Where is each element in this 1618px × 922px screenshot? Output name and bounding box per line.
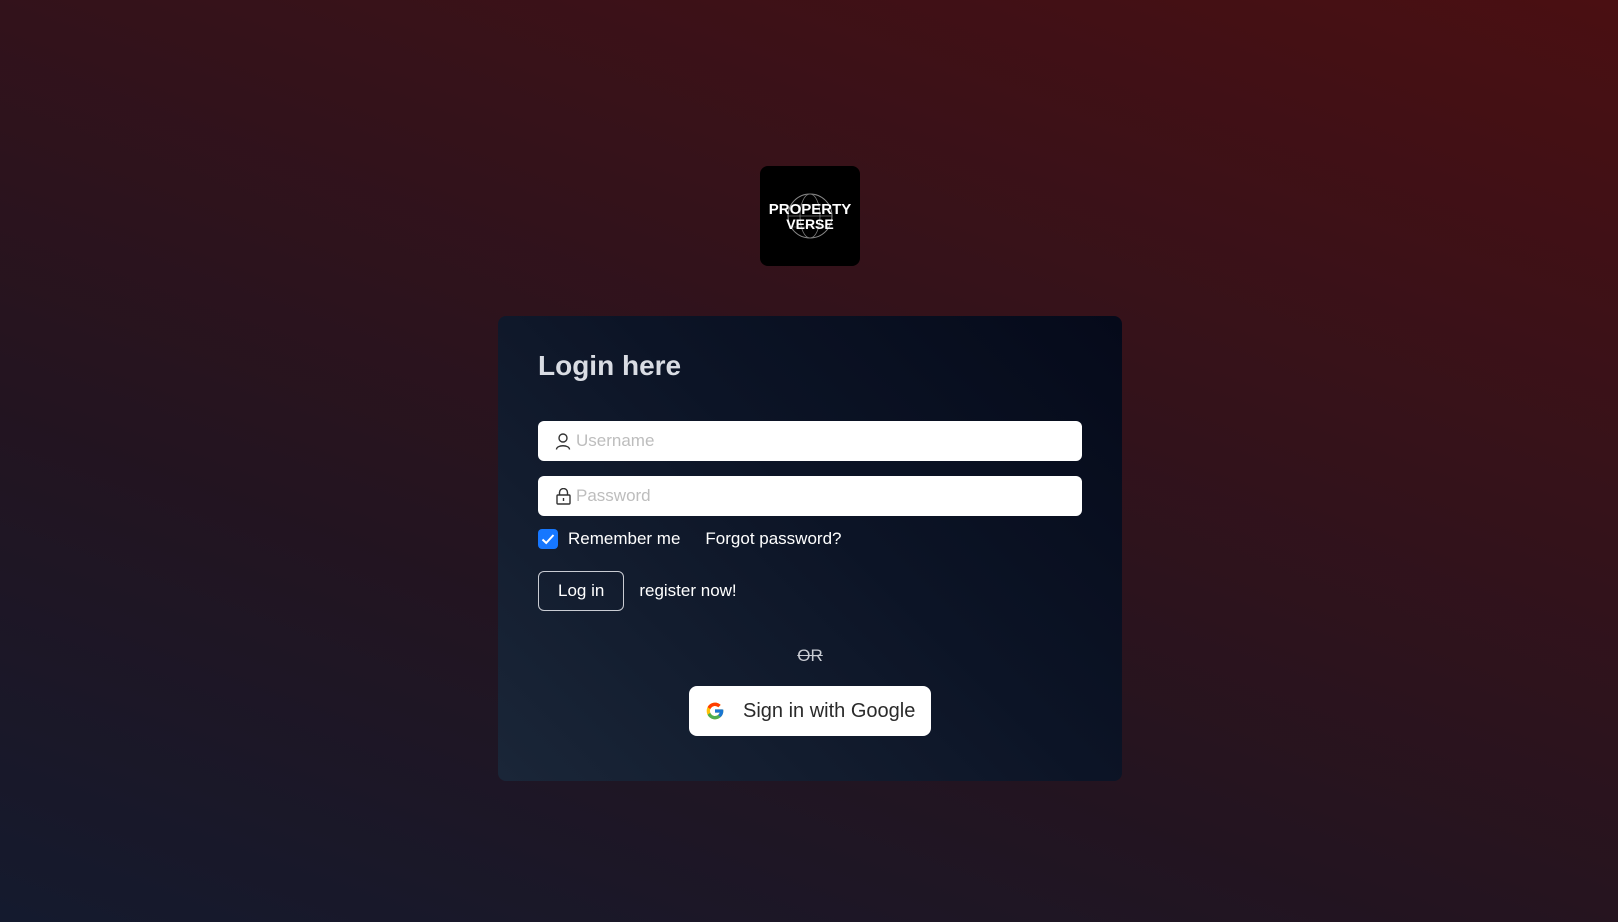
or-divider: OR (797, 646, 823, 665)
login-title: Login here (538, 350, 682, 381)
google-sign-in-button[interactable]: Sign in with Google (689, 686, 931, 736)
lock-icon (554, 487, 572, 505)
remember-label[interactable]: Remember me (568, 529, 680, 549)
login-button[interactable]: Log in (538, 571, 625, 611)
remember-checkbox[interactable] (538, 529, 558, 549)
user-icon (554, 432, 572, 450)
property-verse-logo: PROPERTY VERSE (760, 166, 860, 266)
login-actions: Log in register now! (538, 571, 737, 611)
remember-row: Remember me Forgot password? (538, 527, 842, 551)
register-link[interactable]: register now! (639, 581, 736, 601)
check-icon (541, 534, 555, 545)
password-field[interactable] (538, 476, 1082, 516)
logo-text-line2: VERSE (786, 216, 833, 232)
username-input[interactable] (576, 421, 1082, 461)
username-field[interactable] (538, 421, 1082, 461)
forgot-password-link[interactable]: Forgot password? (705, 529, 841, 549)
google-sign-in-label: Sign in with Google (743, 699, 916, 722)
logo-graphic: PROPERTY VERSE (769, 193, 851, 239)
google-icon (705, 701, 725, 721)
password-input[interactable] (576, 476, 1082, 516)
login-card: Login here Remember me Forgot password (498, 316, 1122, 781)
